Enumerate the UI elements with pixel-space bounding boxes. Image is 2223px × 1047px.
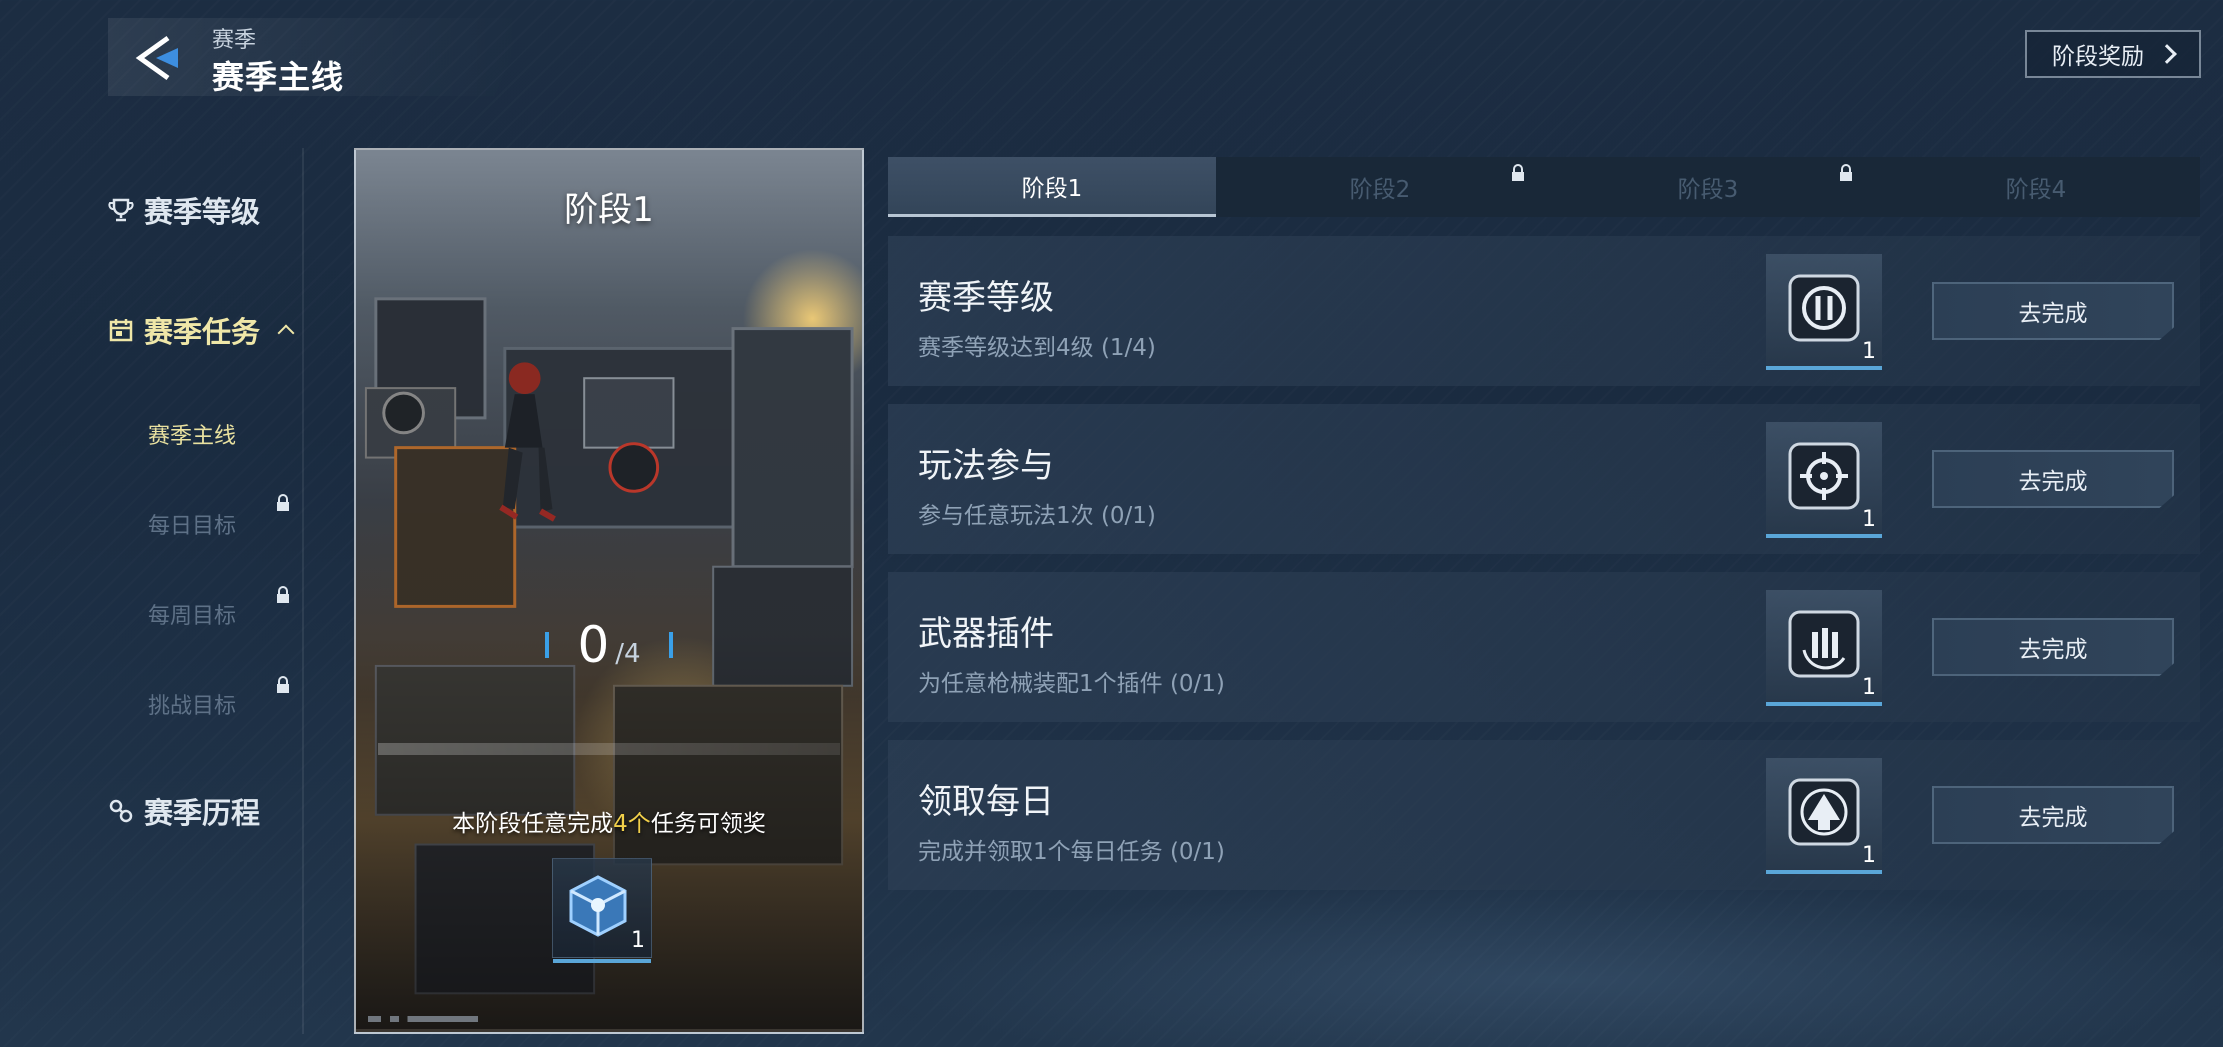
task-row: 玩法参与 参与任意玩法1次 (0/1) 1 去完成: [888, 404, 2200, 554]
progress-tick-left: [545, 632, 550, 658]
sidebar-item-season-tasks[interactable]: 赛季任务: [108, 300, 295, 360]
stage-desc-prefix: 本阶段任意完成: [452, 811, 614, 837]
sidebar-item-label: 赛季任务: [144, 315, 261, 349]
progress-tick-right: [668, 632, 673, 658]
back-arrow-icon[interactable]: [132, 34, 184, 82]
reward-count: 1: [1862, 339, 1876, 364]
trophy-icon: [108, 198, 134, 222]
task-reward-item[interactable]: 1: [1766, 254, 1882, 370]
sidebar-subitem-main[interactable]: 赛季主线: [148, 418, 236, 450]
sidebar-subitem-challenge[interactable]: 挑战目标: [148, 688, 236, 720]
task-row: 赛季等级 赛季等级达到4级 (1/4) 1 去完成: [888, 236, 2200, 386]
upgrade-arrow-icon: [1788, 778, 1860, 846]
stage-progress: 0 /4: [356, 616, 862, 674]
page-title: 赛季主线: [212, 58, 345, 96]
progress-track: [378, 743, 840, 755]
reward-underline: [553, 959, 651, 963]
journey-icon: [109, 799, 133, 823]
stage-card: 阶段1 0 /4 本阶段任意完成4个任务可领奖 1: [354, 148, 864, 1034]
task-title: 赛季等级: [918, 278, 1054, 318]
crate-icon: [569, 875, 627, 937]
task-reward-item[interactable]: 1: [1766, 422, 1882, 538]
task-row: 领取每日 完成并领取1个每日任务 (0/1) 1 去完成: [888, 740, 2200, 890]
sidebar-subitem-weekly[interactable]: 每周目标: [148, 598, 236, 630]
sidebar-divider: [302, 148, 304, 1034]
lock-icon: [277, 586, 289, 603]
reward-underline: [1766, 534, 1882, 538]
reward-count: 1: [1862, 675, 1876, 700]
sidebar-item-season-level[interactable]: 赛季等级: [108, 180, 260, 240]
sidebar-item-label: 赛季等级: [144, 195, 261, 229]
background-glow: [860, 880, 2223, 1047]
lock-icon: [277, 494, 289, 511]
stage-description: 本阶段任意完成4个任务可领奖: [356, 804, 862, 838]
reward-count: 1: [1862, 843, 1876, 868]
sidebar-subitem-daily[interactable]: 每日目标: [148, 508, 236, 540]
chevron-up-icon: [277, 324, 295, 342]
header-subtitle: 赛季: [212, 28, 257, 53]
task-subtitle: 为任意枪械装配1个插件 (0/1): [918, 671, 1225, 697]
chevron-right-icon: [2157, 44, 2177, 64]
tab-label: 阶段3: [1677, 177, 1739, 203]
stage-reward-button[interactable]: 阶段奖励: [2025, 30, 2201, 78]
card-decoration: [368, 1016, 478, 1022]
task-reward-item[interactable]: 1: [1766, 758, 1882, 874]
sidebar-item-label: 赛季历程: [144, 796, 261, 830]
reward-underline: [1766, 702, 1882, 706]
ammo-icon: [1788, 610, 1860, 678]
sidebar-item-season-journey[interactable]: 赛季历程: [108, 781, 260, 841]
tab-stage-1[interactable]: 阶段1: [888, 157, 1216, 217]
lock-icon: [1512, 164, 1524, 181]
task-subtitle: 参与任意玩法1次 (0/1): [918, 503, 1156, 529]
stage-reward-item[interactable]: 1: [552, 858, 652, 963]
task-title: 领取每日: [918, 782, 1054, 822]
lock-icon: [277, 676, 289, 693]
task-row: 武器插件 为任意枪械装配1个插件 (0/1) 1 去完成: [888, 572, 2200, 722]
lock-icon: [1840, 164, 1852, 181]
tab-label: 阶段4: [2005, 177, 2067, 203]
reward-count: 1: [1862, 507, 1876, 532]
go-complete-button[interactable]: 去完成: [1932, 786, 2174, 844]
calendar-icon: [109, 319, 133, 342]
stage-title: 阶段1: [564, 190, 654, 230]
page-header: 赛季 赛季主线: [108, 18, 528, 96]
reward-count: 1: [631, 928, 645, 953]
task-title: 武器插件: [918, 614, 1054, 654]
stage-desc-highlight: 4个: [613, 811, 651, 837]
task-reward-item[interactable]: 1: [1766, 590, 1882, 706]
tab-label: 阶段1: [1021, 175, 1083, 202]
tab-stage-4[interactable]: 阶段4: [1872, 157, 2200, 217]
tab-stage-3[interactable]: 阶段3: [1544, 157, 1872, 217]
task-subtitle: 完成并领取1个每日任务 (0/1): [918, 839, 1225, 865]
stage-desc-suffix: 任务可领奖: [650, 811, 766, 837]
crosshair-icon: [1788, 442, 1860, 510]
stage-reward-label: 阶段奖励: [2052, 44, 2144, 70]
task-title: 玩法参与: [918, 446, 1054, 486]
progress-current: 0: [577, 616, 610, 674]
stage-tabs: 阶段1 阶段2 阶段3 阶段4: [888, 157, 2200, 217]
tab-label: 阶段2: [1349, 177, 1411, 203]
shield-emblem-icon: [1788, 274, 1860, 342]
progress-total: /4: [615, 639, 641, 669]
task-subtitle: 赛季等级达到4级 (1/4): [918, 335, 1156, 361]
reward-underline: [1766, 870, 1882, 874]
go-complete-button[interactable]: 去完成: [1932, 618, 2174, 676]
go-complete-button[interactable]: 去完成: [1932, 282, 2174, 340]
go-complete-button[interactable]: 去完成: [1932, 450, 2174, 508]
reward-underline: [1766, 366, 1882, 370]
tab-stage-2[interactable]: 阶段2: [1216, 157, 1544, 217]
